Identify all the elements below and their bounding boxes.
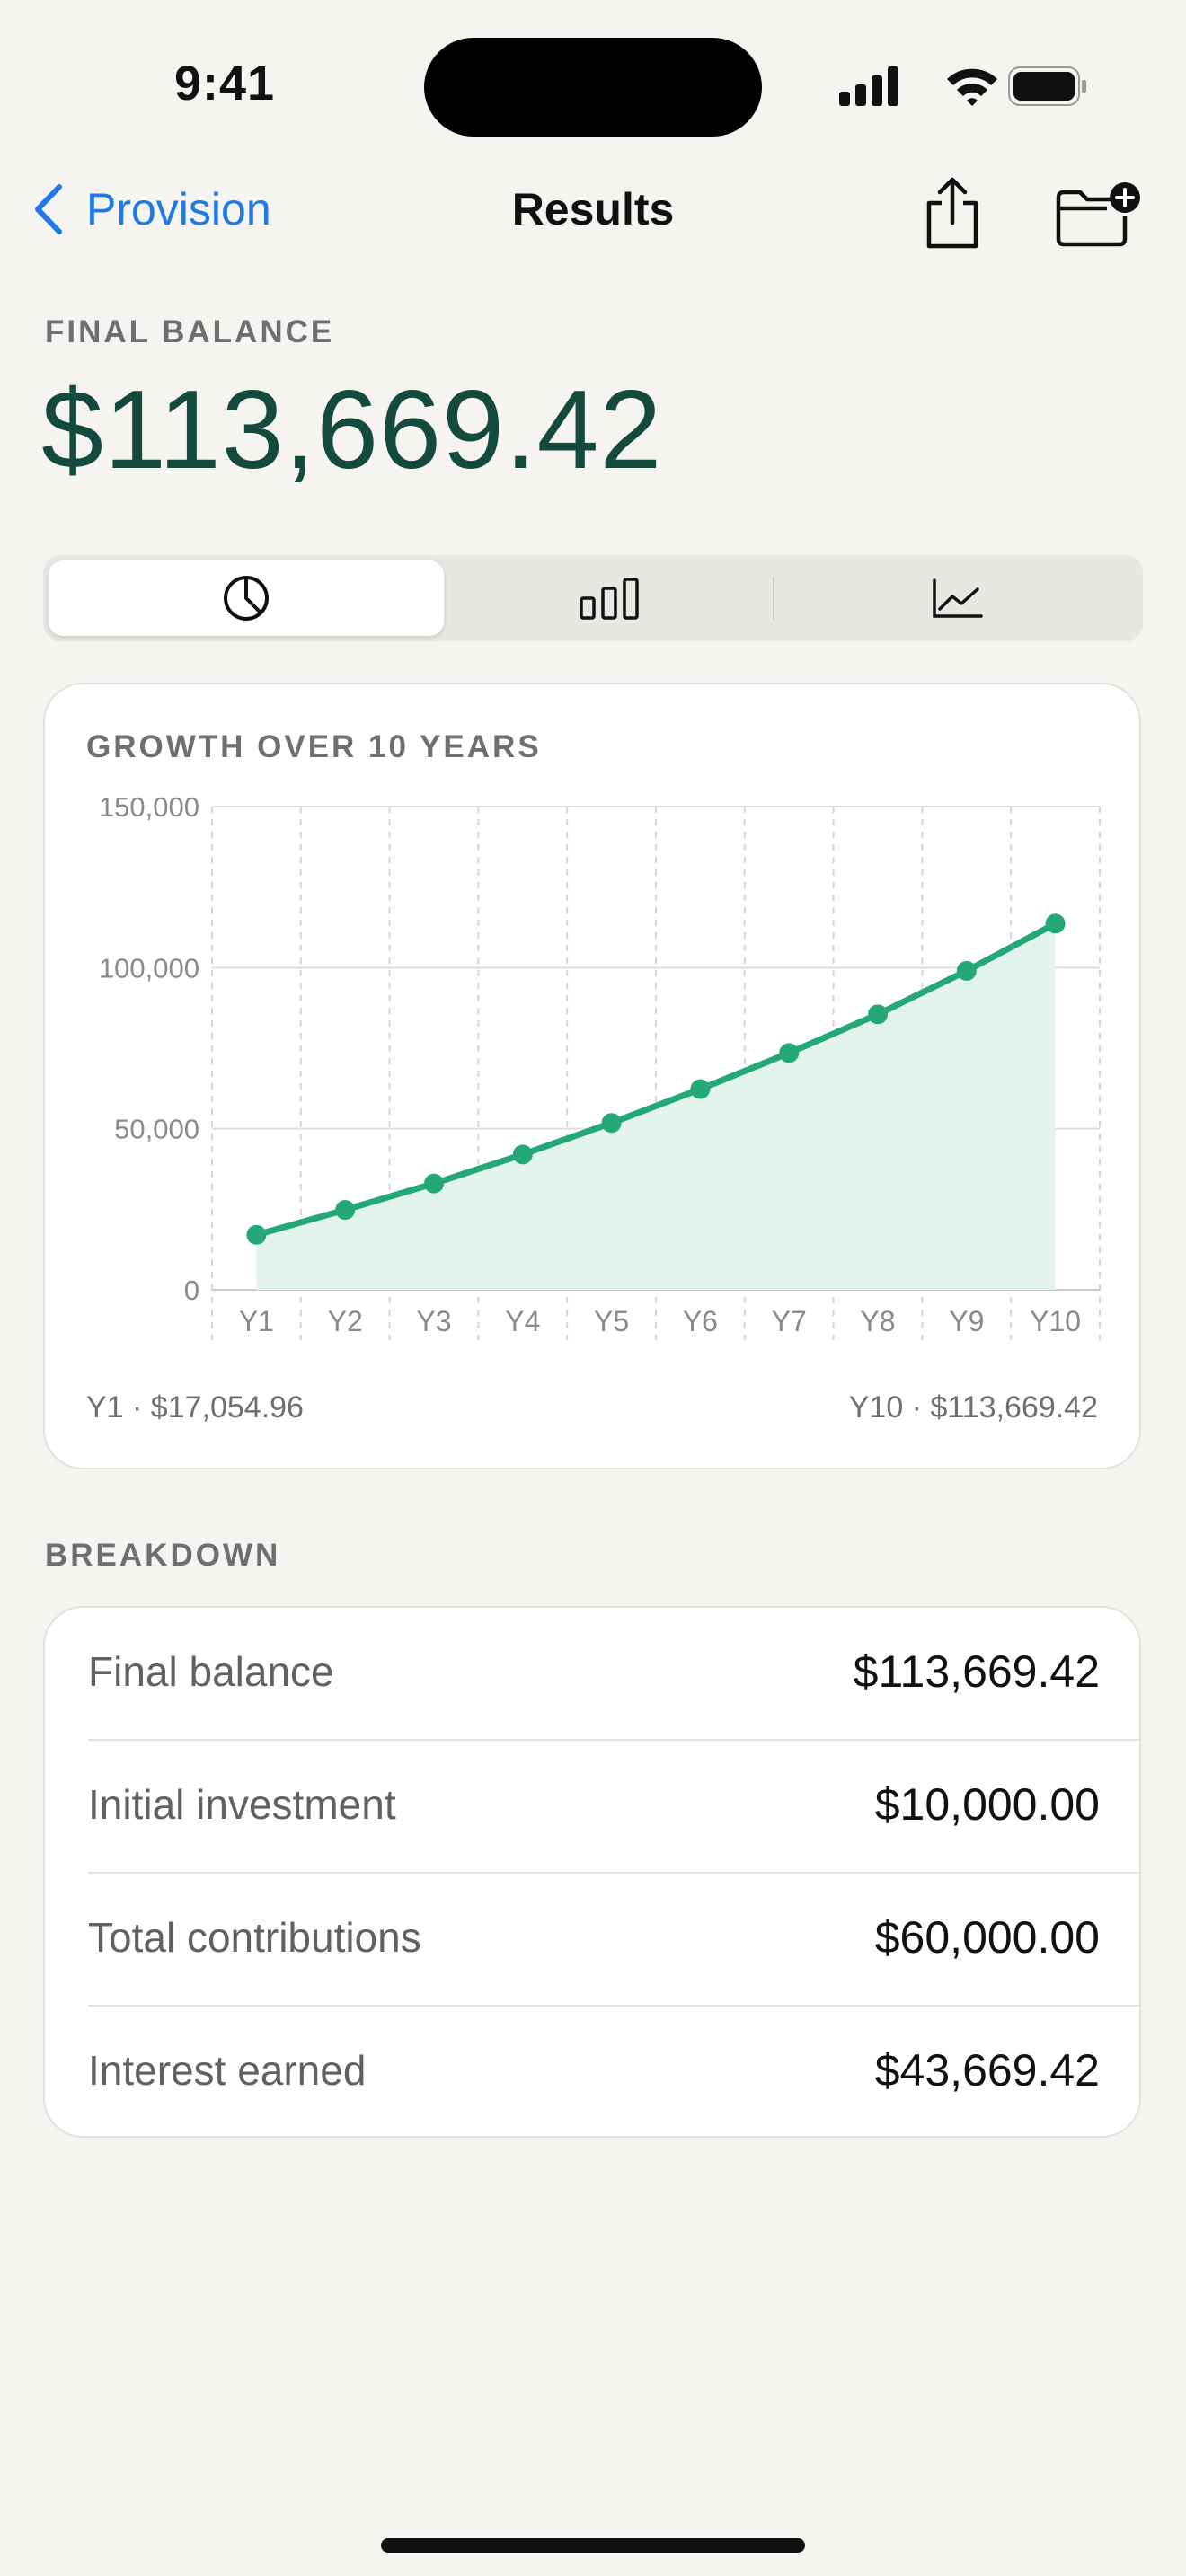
y-tick-label: 50,000 [114,1114,199,1145]
x-tick-label: Y4 [505,1305,540,1337]
breakdown-row-value: $10,000.00 [874,1779,1100,1830]
x-tick-label: Y7 [772,1305,807,1337]
data-point [690,1079,711,1099]
data-point [956,960,977,981]
breakdown-row-label: Total contributions [88,1914,421,1961]
chart-first-point-label: Y1 · $17,054.96 [86,1390,304,1425]
data-point [512,1144,533,1165]
breakdown-row-value: $113,669.42 [853,1646,1100,1697]
breakdown-row-total-contributions: Total contributions $60,000.00 [45,1874,1139,2007]
breakdown-card: Final balance $113,669.42 Initial invest… [43,1606,1141,2138]
x-tick-label: Y6 [683,1305,718,1337]
y-tick-label: 150,000 [99,791,199,823]
x-tick-label: Y2 [328,1305,363,1337]
breakdown-row-value: $60,000.00 [874,1912,1100,1963]
x-tick-label: Y1 [239,1305,274,1337]
data-point [1045,913,1066,934]
breakdown-row-final-balance: Final balance $113,669.42 [45,1608,1139,1741]
data-point [601,1113,622,1134]
x-tick-label: Y9 [949,1305,984,1337]
y-tick-label: 100,000 [99,952,199,984]
x-tick-label: Y10 [1030,1305,1081,1337]
breakdown-row-interest-earned: Interest earned $43,669.42 [45,2007,1139,2136]
breakdown-title: BREAKDOWN [45,1538,281,1573]
breakdown-row-label: Initial investment [88,1781,396,1828]
data-point [779,1043,800,1063]
data-point [246,1224,267,1245]
x-tick-label: Y5 [594,1305,629,1337]
x-tick-label: Y3 [416,1305,451,1337]
growth-chart: 0 50,000 100,000 150,000 Y1 Y2 Y3 Y4 Y5 Y6 Y7 Y8 Y9 Y… [99,791,1101,1340]
data-point [335,1200,356,1221]
y-tick-label: 0 [184,1275,199,1306]
x-tick-label: Y8 [860,1305,895,1337]
chart-last-point-label: Y10 · $113,669.42 [848,1390,1098,1425]
breakdown-row-label: Interest earned [88,2047,367,2094]
breakdown-row-initial-investment: Initial investment $10,000.00 [45,1741,1139,1874]
breakdown-row-label: Final balance [88,1648,334,1695]
data-point [424,1173,444,1194]
data-point [868,1004,888,1025]
home-indicator [381,2538,805,2553]
breakdown-row-value: $43,669.42 [874,2045,1100,2095]
